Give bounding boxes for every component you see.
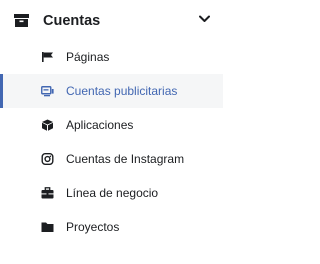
sidebar-item-projects[interactable]: Proyectos <box>0 210 223 244</box>
sidebar-item-label: Línea de negocio <box>66 186 159 200</box>
sidebar-item-pages[interactable]: Páginas <box>0 40 223 74</box>
chevron-down-icon[interactable] <box>199 15 210 23</box>
cube-icon <box>42 119 53 131</box>
sidebar-item-label: Páginas <box>66 50 110 64</box>
sidebar-item-label: Proyectos <box>66 220 120 234</box>
sidebar-item-label: Aplicaciones <box>66 118 134 132</box>
sidebar-item-line-of-business[interactable]: Línea de negocio <box>0 176 223 210</box>
sidebar-item-ad-accounts[interactable]: Cuentas publicitarias <box>0 74 223 108</box>
section-title: Cuentas <box>43 13 101 29</box>
sidebar-item-instagram-accounts[interactable]: Cuentas de Instagram <box>0 142 223 176</box>
briefcase-icon <box>41 187 54 199</box>
ad-account-icon <box>41 86 54 97</box>
accounts-menu: Cuentas Páginas Cuentas publicitarias Ap… <box>0 0 223 264</box>
sidebar-item-apps[interactable]: Aplicaciones <box>0 108 223 142</box>
instagram-icon <box>41 153 54 165</box>
folder-icon <box>41 222 54 232</box>
accounts-section-header[interactable]: Cuentas <box>0 0 223 40</box>
sidebar-item-label: Cuentas de Instagram <box>66 152 185 166</box>
briefcase-icon <box>14 14 29 27</box>
flag-icon <box>42 52 53 62</box>
sidebar-item-label: Cuentas publicitarias <box>66 84 178 98</box>
